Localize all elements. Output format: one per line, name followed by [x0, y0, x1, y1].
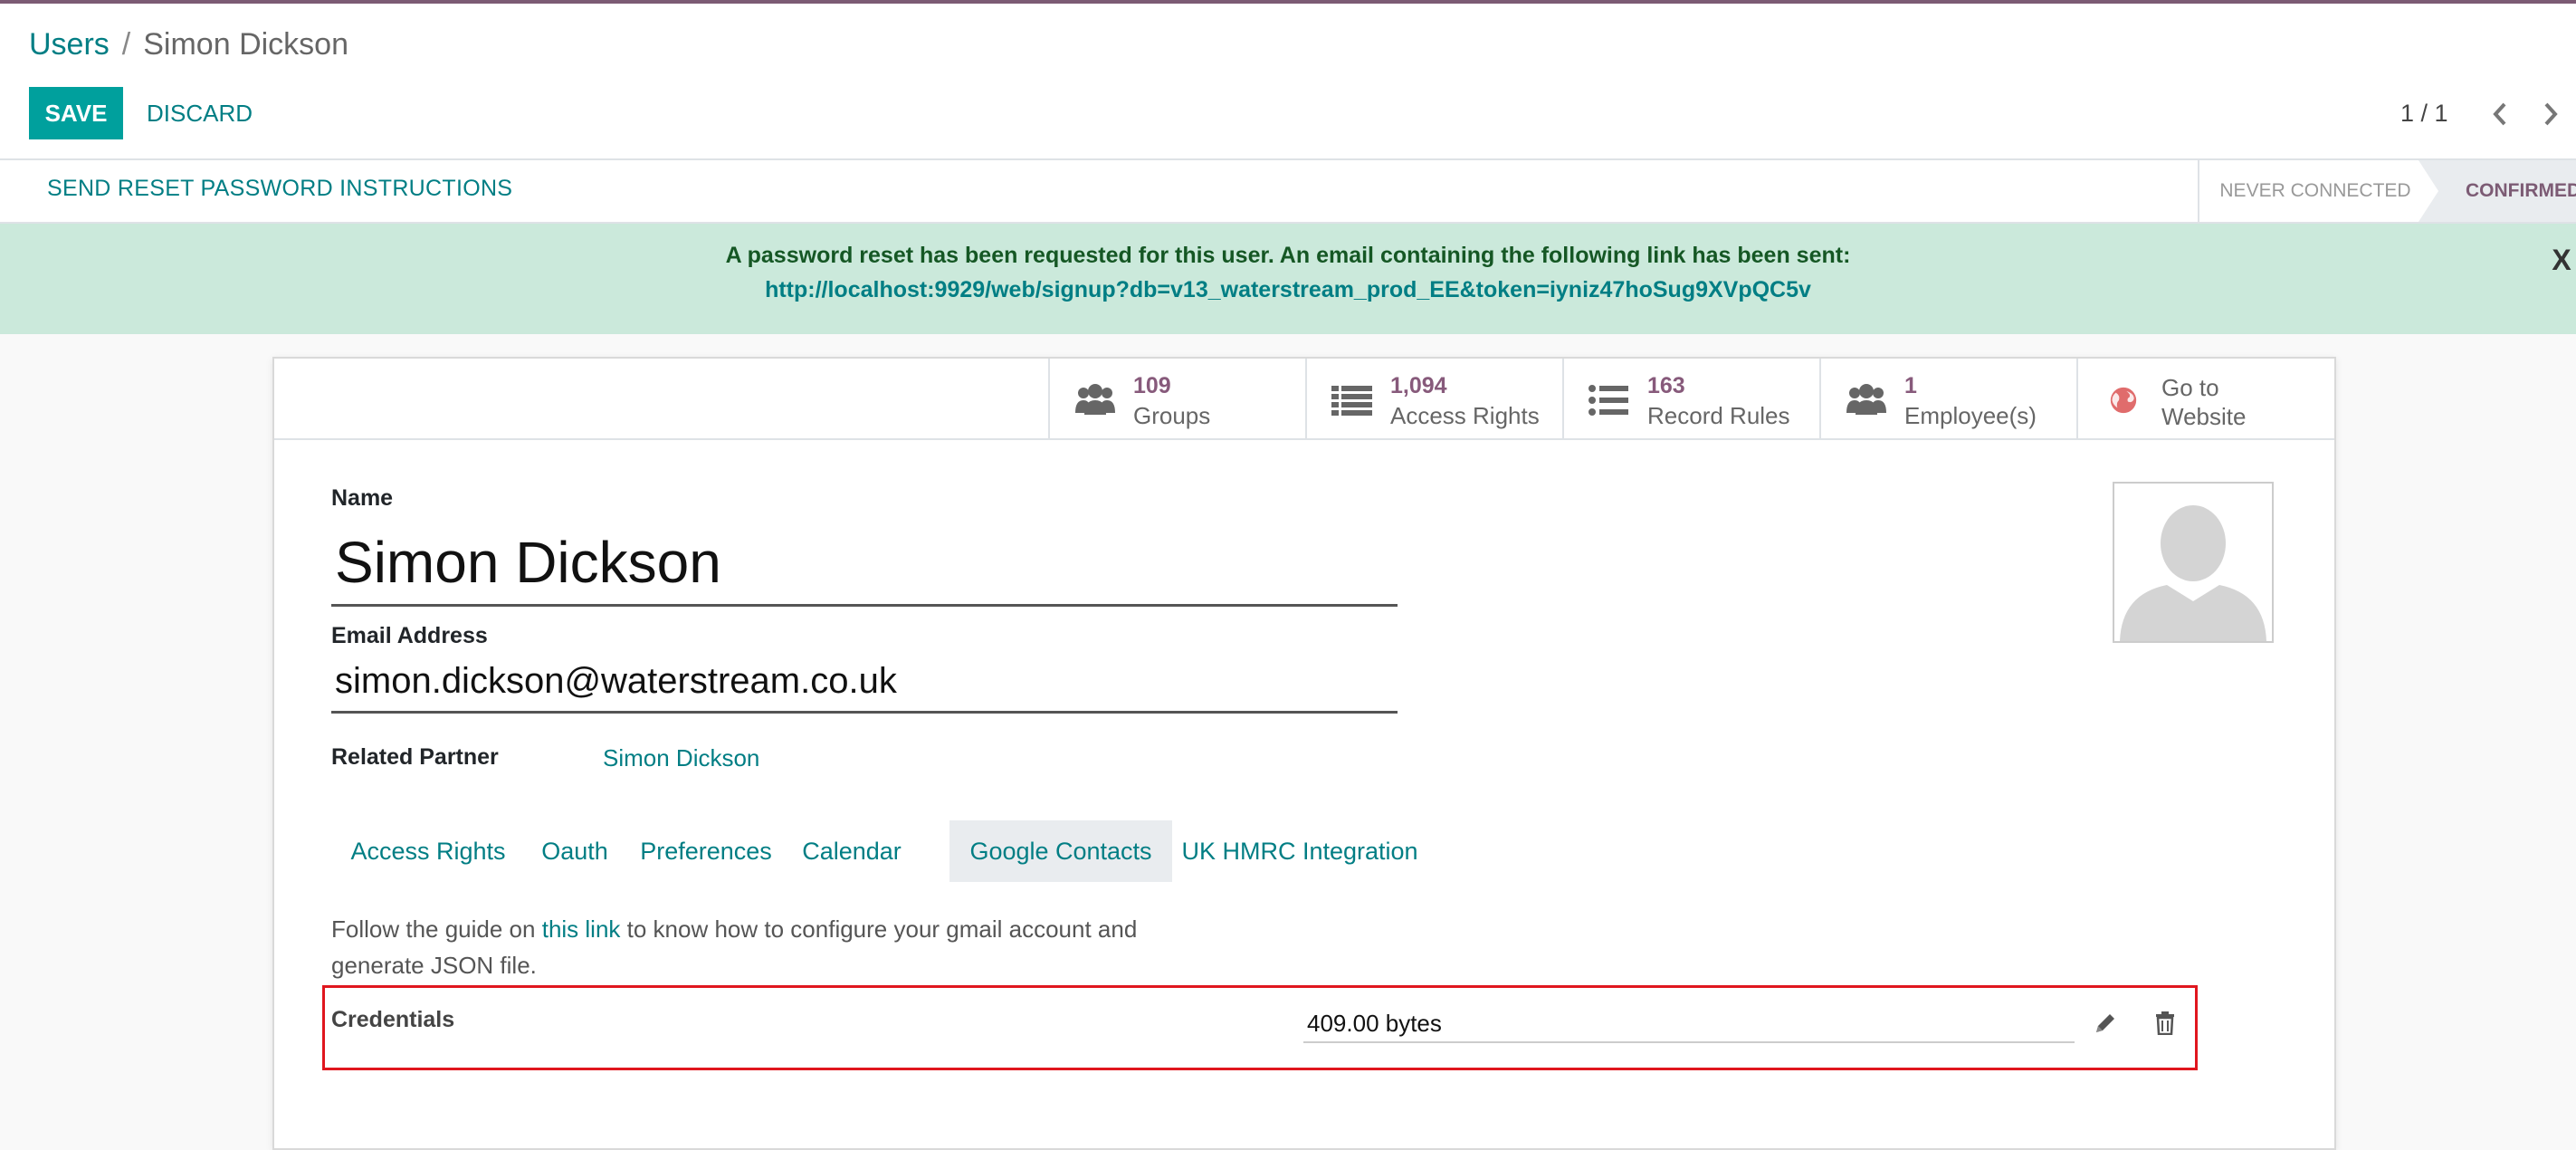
edit-credentials-button[interactable]	[2089, 1007, 2122, 1040]
discard-button[interactable]: DISCARD	[136, 87, 263, 139]
breadcrumb-separator: /	[121, 27, 131, 62]
name-label: Name	[331, 485, 394, 511]
related-partner-link[interactable]: Simon Dickson	[603, 744, 759, 772]
credentials-label: Credentials	[331, 1007, 455, 1032]
tab-oauth[interactable]: Oauth	[525, 820, 625, 882]
pager-value[interactable]: 1 / 1	[2400, 100, 2448, 128]
tab-calendar[interactable]: Calendar	[787, 820, 916, 882]
name-input[interactable]: Simon Dickson	[331, 523, 1398, 607]
employees-count: 1	[1904, 373, 1917, 398]
breadcrumb-users-link[interactable]: Users	[29, 27, 110, 62]
state-never-connected[interactable]: NEVER CONNECTED	[2198, 160, 2431, 222]
email-input[interactable]: simon.dickson@waterstream.co.uk	[331, 656, 1398, 714]
email-label: Email Address	[331, 623, 488, 648]
groups-label: Groups	[1133, 402, 1211, 429]
record-rules-count: 163	[1647, 373, 1685, 398]
go-to-website-line2: Website	[2161, 403, 2247, 430]
status-bar: SEND RESET PASSWORD INSTRUCTIONS NEVER C…	[0, 160, 2576, 224]
avatar[interactable]	[2113, 482, 2274, 643]
avatar-placeholder-icon	[2120, 505, 2266, 641]
go-to-website-line1: Go to	[2161, 374, 2219, 401]
tab-uk-hmrc-integration[interactable]: UK HMRC Integration	[1172, 820, 1427, 882]
tab-google-contacts[interactable]: Google Contacts	[949, 820, 1172, 882]
pager-next-button[interactable]	[2531, 94, 2571, 134]
list-icon	[1331, 386, 1372, 416]
breadcrumb-current: Simon Dickson	[143, 27, 348, 62]
employees-smart-button[interactable]: 1 Employee(s)	[1819, 359, 2078, 438]
users-icon	[1075, 384, 1115, 415]
credentials-file-value[interactable]: 409.00 bytes	[1303, 1005, 2075, 1043]
access-rights-count: 1,094	[1390, 373, 1447, 398]
alert-close-button[interactable]: X	[2543, 244, 2576, 277]
related-partner-label: Related Partner	[331, 744, 499, 770]
send-reset-password-button[interactable]: SEND RESET PASSWORD INSTRUCTIONS	[47, 176, 512, 202]
control-panel: Users / Simon Dickson SAVE DISCARD 1 / 1	[0, 4, 2576, 160]
record-rules-label: Record Rules	[1647, 402, 1790, 429]
chevron-left-icon	[2493, 102, 2506, 126]
chevron-right-icon	[2544, 102, 2558, 126]
trash-icon	[2156, 1011, 2174, 1035]
google-contacts-guide: Follow the guide on this link to know ho…	[331, 911, 1200, 983]
guide-prefix: Follow the guide on	[331, 915, 542, 943]
pencil-icon	[2096, 1014, 2114, 1032]
save-button[interactable]: SAVE	[29, 87, 123, 139]
go-to-website-smart-button[interactable]: Go to Website	[2076, 359, 2334, 438]
tab-access-rights[interactable]: Access Rights	[331, 820, 525, 882]
tab-preferences[interactable]: Preferences	[625, 820, 787, 882]
users-icon	[1846, 384, 1886, 415]
groups-smart-button[interactable]: 109 Groups	[1048, 359, 1307, 438]
guide-link[interactable]: this link	[542, 915, 621, 943]
record-rules-smart-button[interactable]: 163 Record Rules	[1562, 359, 1821, 438]
go-to-website-label: Go to Website	[2161, 373, 2246, 431]
access-rights-label: Access Rights	[1390, 402, 1540, 429]
breadcrumb: Users / Simon Dickson	[29, 27, 348, 62]
delete-credentials-button[interactable]	[2149, 1007, 2181, 1040]
groups-count: 109	[1133, 373, 1171, 398]
alert-message: A password reset has been requested for …	[725, 243, 1851, 268]
list-bullet-icon	[1589, 385, 1628, 416]
globe-icon	[2110, 387, 2137, 414]
alert-signup-link[interactable]: http://localhost:9929/web/signup?db=v13_…	[0, 277, 2576, 303]
state-confirmed[interactable]: CONFIRMED	[2419, 160, 2576, 222]
access-rights-smart-button[interactable]: 1,094 Access Rights	[1305, 359, 1564, 438]
password-reset-alert: A password reset has been requested for …	[0, 224, 2576, 334]
pager-previous-button[interactable]	[2480, 94, 2520, 134]
smart-button-box: 109 Groups 1,094 Access Rights 163 Recor…	[274, 359, 2334, 440]
employees-label: Employee(s)	[1904, 402, 2037, 429]
